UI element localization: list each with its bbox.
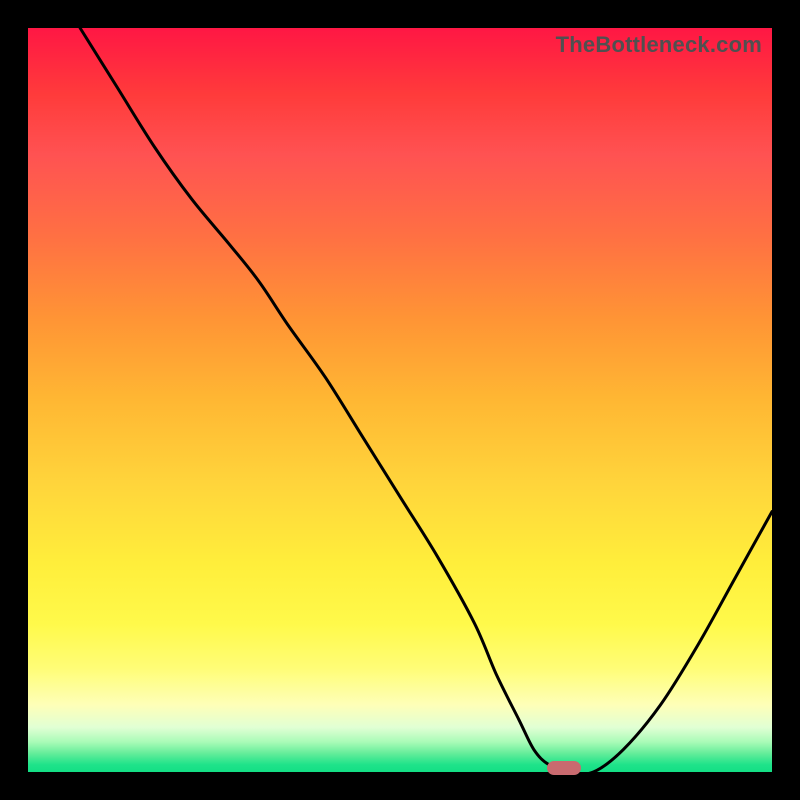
chart-frame: TheBottleneck.com: [0, 0, 800, 800]
plot-area: TheBottleneck.com: [28, 28, 772, 772]
optimum-marker: [547, 761, 581, 775]
bottleneck-curve: [28, 28, 772, 772]
